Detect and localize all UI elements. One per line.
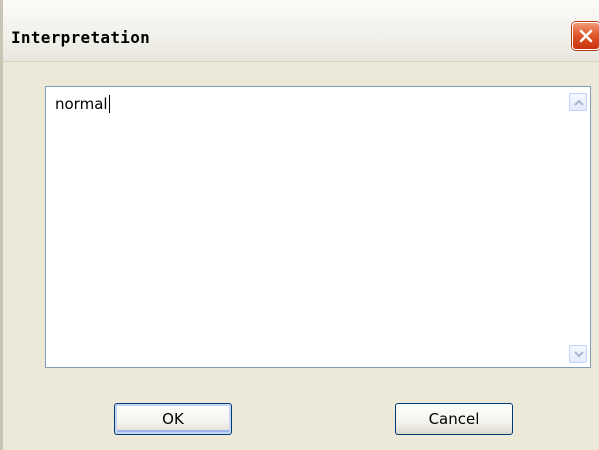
- cancel-button[interactable]: Cancel: [395, 403, 513, 435]
- dialog-body: normal OK Cancel: [6, 62, 599, 450]
- text-caret: [108, 95, 110, 113]
- chevron-down-icon: [574, 351, 584, 358]
- window-title: Interpretation: [11, 28, 151, 47]
- close-icon: [579, 29, 593, 43]
- textarea-value: normal: [55, 95, 108, 113]
- scroll-down-button[interactable]: [569, 345, 587, 363]
- ok-button[interactable]: OK: [114, 403, 232, 435]
- scroll-up-button[interactable]: [569, 93, 587, 111]
- textarea-content: normal: [55, 95, 110, 113]
- vertical-scrollbar[interactable]: [566, 87, 590, 367]
- chevron-up-icon: [574, 99, 584, 106]
- close-button[interactable]: [572, 22, 599, 50]
- title-bar[interactable]: Interpretation: [3, 0, 599, 62]
- interpretation-textarea[interactable]: normal: [45, 86, 591, 368]
- interpretation-dialog: Interpretation normal OK Cancel: [0, 0, 599, 450]
